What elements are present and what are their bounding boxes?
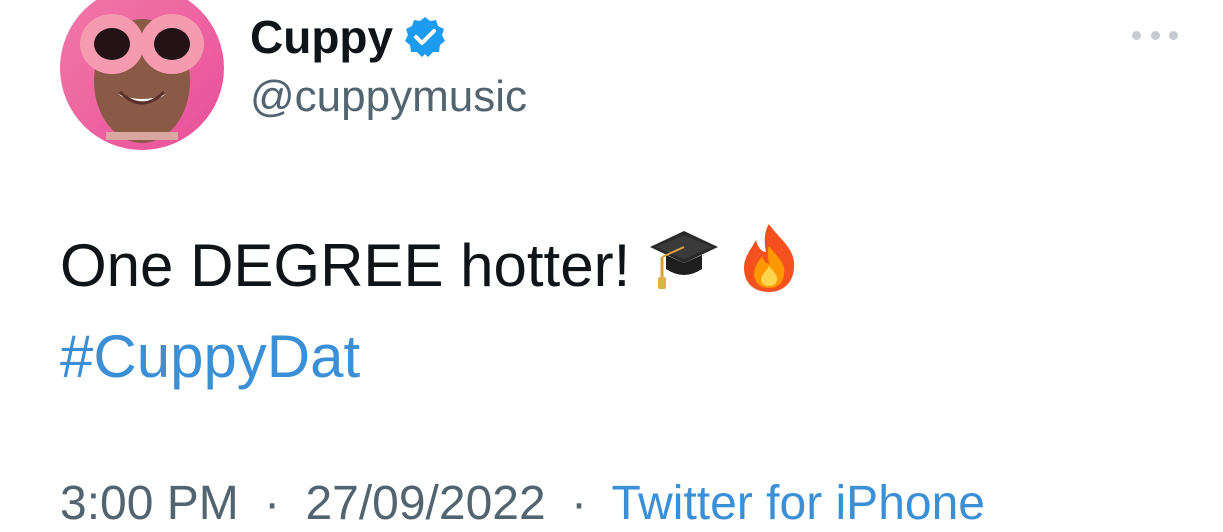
meta-separator: · [571, 477, 587, 530]
tweet-time[interactable]: 3:00 PM [60, 477, 239, 530]
more-dot [1150, 30, 1160, 40]
tweet-source-link[interactable]: Twitter for iPhone [611, 477, 985, 530]
handle[interactable]: @cuppymusic [250, 72, 527, 122]
graduation-cap-emoji-icon [648, 223, 720, 307]
more-dot [1169, 30, 1178, 40]
verified-badge-icon [403, 15, 447, 59]
tweet-meta: 3:00 PM · 27/09/2022 · Twitter for iPhon… [60, 476, 985, 531]
fire-emoji-icon [738, 222, 800, 308]
display-name-row: Cuppy [250, 8, 527, 66]
more-dot [1132, 30, 1141, 40]
more-options-icon[interactable] [1132, 24, 1178, 46]
avatar[interactable] [60, 0, 224, 150]
display-name[interactable]: Cuppy [250, 10, 393, 64]
tweet-card: Cuppy @cuppymusic One DEGREE hotter! #Cu… [0, 0, 1223, 532]
hashtag-link[interactable]: #CuppyDat [60, 322, 360, 391]
tweet-text: One DEGREE hotter! [60, 222, 800, 308]
meta-separator: · [264, 477, 281, 530]
tweet-text-content: One DEGREE hotter! [60, 231, 631, 299]
tweet-date[interactable]: 27/09/2022 [305, 477, 545, 530]
user-info: Cuppy @cuppymusic [250, 8, 527, 122]
